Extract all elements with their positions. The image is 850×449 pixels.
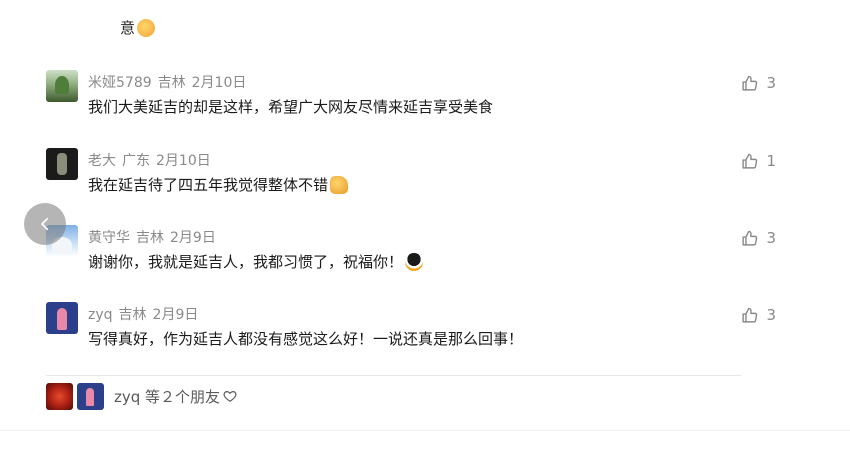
comment-body: 我们大美延吉的却是这样，希望广大网友尽情来延吉享受美食 [88, 98, 494, 116]
user-avatar[interactable] [46, 302, 78, 334]
thumbs-up-outline-icon [742, 307, 758, 323]
comment-text: 写得真好，作为延吉人都没有感觉这么好！一说还真是那么回事！ [88, 328, 523, 349]
comment-meta: 老大 广东 2月10日 [88, 150, 217, 170]
friend-avatar[interactable] [77, 382, 104, 410]
like-count: 1 [766, 152, 776, 170]
comment-body: 我在延吉待了四五年我觉得整体不错 [88, 176, 329, 194]
comment-username[interactable]: 黄守华 [88, 230, 130, 246]
comment-body: 写得真好，作为延吉人都没有感觉这么好！一说还真是那么回事！ [88, 330, 524, 348]
comment-date: 2月10日 [156, 153, 211, 169]
previous-comment-fragment: 意 [120, 17, 156, 38]
fragment-text: 意 [120, 19, 136, 37]
comment-date: 2月9日 [152, 307, 199, 323]
comment-item: 米娅5789 吉林 2月10日 我们大美延吉的却是这样，希望广大网友尽情来延吉享受美… [46, 70, 776, 130]
comment-location: 广东 [122, 153, 150, 169]
comment-date: 2月9日 [170, 230, 216, 246]
comment-text: 我们大美延吉的却是这样，希望广大网友尽情来延吉享受美食 [88, 96, 493, 117]
thumbs-up-outline-icon [742, 153, 758, 169]
comment-text: 我在延吉待了四五年我觉得整体不错 [88, 174, 349, 195]
comment-item: zyq 吉林 2月9日 写得真好，作为延吉人都没有感觉这么好！一说还真是那么回事！ … [46, 302, 776, 362]
comment-location: 吉林 [118, 307, 147, 323]
comment-meta: zyq 吉林 2月9日 [88, 304, 204, 324]
comment-body: 谢谢你，我就是延吉人，我都习惯了，祝福你！ [88, 253, 404, 271]
heart-outline-icon [223, 391, 237, 402]
divider [46, 375, 741, 376]
comment-meta: 米娅5789 吉林 2月10日 [88, 72, 252, 92]
thumbs-up-emoji-icon [330, 175, 349, 194]
penguin-emoji-icon [405, 252, 424, 271]
comment-date: 2月10日 [191, 75, 247, 91]
thumbs-up-outline-icon [742, 230, 758, 246]
like-count: 3 [766, 306, 776, 324]
comment-meta: 黄守华 吉林 2月9日 [88, 227, 222, 247]
comments-page: 意 米娅5789 吉林 2月10日 我们大美延吉的却是这样，希望广大网友尽情来延吉享… [0, 0, 850, 449]
friends-liked-row[interactable]: zyq 等２个朋友 [46, 382, 237, 410]
comment-username[interactable]: zyq [88, 307, 113, 323]
comment-item: 老大 广东 2月10日 我在延吉待了四五年我觉得整体不错 1 [46, 148, 776, 208]
like-count: 3 [766, 229, 776, 247]
thumbs-up-outline-icon [742, 75, 758, 91]
like-button[interactable]: 3 [741, 74, 776, 92]
friends-summary: zyq 等２个朋友 [114, 386, 237, 407]
like-button[interactable]: 3 [741, 306, 776, 324]
bottom-divider [0, 430, 850, 431]
like-button[interactable]: 3 [741, 229, 776, 247]
comment-location: 吉林 [157, 75, 186, 91]
back-button[interactable] [24, 203, 66, 245]
comment-username[interactable]: 米娅5789 [88, 75, 152, 91]
user-avatar[interactable] [46, 148, 78, 180]
handshake-emoji-icon [137, 18, 156, 37]
comment-item: 黄守华 吉林 2月9日 谢谢你，我就是延吉人，我都习惯了，祝福你！ 3 [46, 225, 776, 285]
user-avatar[interactable] [46, 70, 78, 102]
comment-username[interactable]: 老大 [88, 153, 116, 169]
comment-text: 谢谢你，我就是延吉人，我都习惯了，祝福你！ [88, 251, 424, 272]
like-count: 3 [766, 74, 776, 92]
friend-avatar[interactable] [46, 382, 73, 410]
comment-location: 吉林 [136, 230, 164, 246]
chevron-left-icon [41, 217, 49, 231]
friends-summary-text: zyq 等２个朋友 [114, 387, 221, 406]
like-button[interactable]: 1 [741, 152, 776, 170]
